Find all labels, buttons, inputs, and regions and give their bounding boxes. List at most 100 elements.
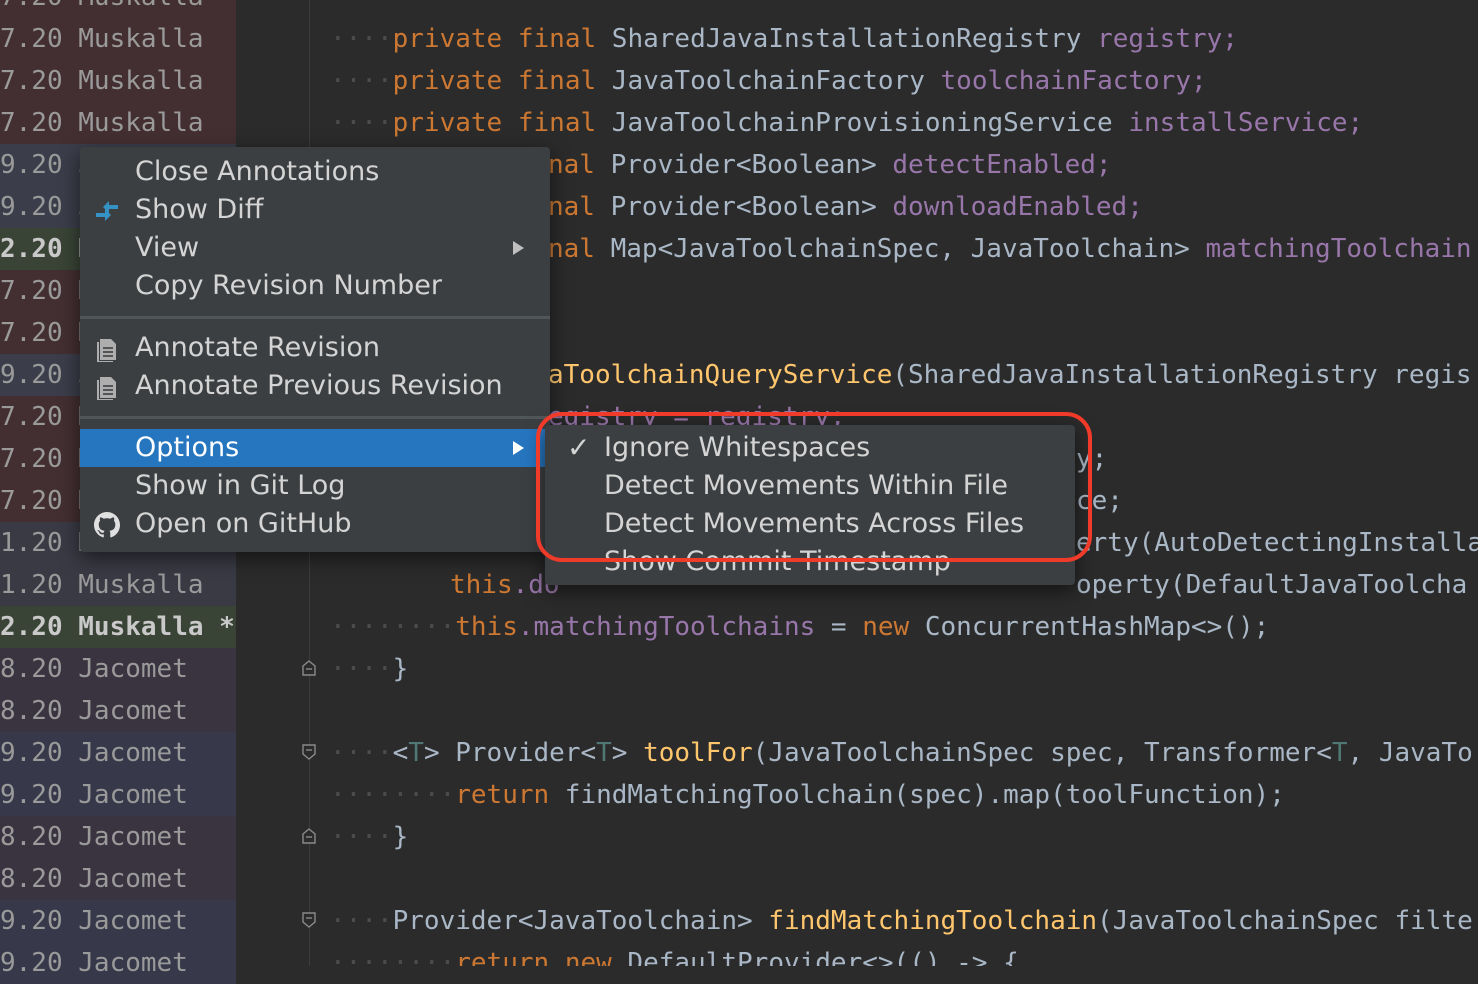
annotation-row[interactable]: 8.20 Jacomet bbox=[0, 816, 236, 858]
annotation-author: Jacomet bbox=[78, 948, 188, 978]
submenu-item-label: Detect Movements Within File bbox=[604, 470, 1008, 501]
menu-item-open-on-github[interactable]: Open on GitHub bbox=[80, 505, 550, 543]
annotation-author: Jacomet bbox=[78, 906, 188, 936]
code-line: ········this.matchingToolchains = new Co… bbox=[330, 612, 1270, 642]
submenu-item-ignore-whitespaces[interactable]: ✓ Ignore Whitespaces bbox=[545, 429, 1075, 467]
code-line: ····private final JavaToolchainFactory t… bbox=[330, 66, 1207, 96]
annotation-revision: 2.20 bbox=[0, 234, 63, 264]
annotation-row[interactable]: 8.20 Jacomet bbox=[0, 648, 236, 690]
code-line: nal Provider<Boolean> detectEnabled; bbox=[548, 150, 1112, 180]
annotation-row[interactable]: 1.20 Muskalla bbox=[0, 564, 236, 606]
annotation-revision: 2.20 bbox=[0, 612, 63, 642]
annotation-author: Muskalla bbox=[78, 66, 204, 96]
annotation-revision: 9.20 bbox=[0, 150, 63, 180]
code-line: nal Provider<Boolean> downloadEnabled; bbox=[548, 192, 1143, 222]
submenu-item-detect-movements-within-file[interactable]: Detect Movements Within File bbox=[545, 467, 1075, 505]
menu-item-copy-revision-number[interactable]: Copy Revision Number bbox=[80, 267, 550, 305]
menu-separator bbox=[80, 416, 550, 419]
annotation-row[interactable]: 9.20 Jacomet bbox=[0, 942, 236, 984]
annotation-author: Jacomet bbox=[78, 780, 188, 810]
code-line: operty(DefaultJavaToolcha bbox=[1076, 570, 1468, 600]
code-line: ····<T> Provider<T> toolFor(JavaToolchai… bbox=[330, 738, 1473, 768]
annotation-revision: 9.20 bbox=[0, 360, 63, 390]
menu-item-label: Show Diff bbox=[135, 194, 264, 225]
menu-item-show-diff[interactable]: Show Diff bbox=[80, 191, 550, 229]
annotation-row[interactable]: 9.20 Jacomet bbox=[0, 900, 236, 942]
code-line: ····} bbox=[330, 654, 409, 684]
annotation-row[interactable]: 2.20 Muskalla * bbox=[0, 606, 236, 648]
menu-item-view[interactable]: View bbox=[80, 229, 550, 267]
annotation-revision: 7.20 bbox=[0, 444, 63, 474]
submenu-item-show-commit-timestamp[interactable]: Show Commit Timestamp bbox=[545, 543, 1075, 581]
annotation-revision: 7.20 bbox=[0, 486, 63, 516]
annotation-revision: 9.20 bbox=[0, 948, 63, 978]
menu-item-label: Annotate Previous Revision bbox=[135, 370, 503, 401]
code-line: ····private final JavaToolchainProvision… bbox=[330, 108, 1364, 138]
annotation-row[interactable]: 7.20 Muskalla bbox=[0, 60, 236, 102]
annotation-row[interactable]: 8.20 Jacomet bbox=[0, 690, 236, 732]
menu-item-annotate-revision[interactable]: Annotate Revision bbox=[80, 329, 550, 367]
code-line: aToolchainQueryService(SharedJavaInstall… bbox=[548, 360, 1472, 390]
annotation-revision: 7.20 bbox=[0, 402, 63, 432]
annotation-revision: 1.20 bbox=[0, 528, 63, 558]
menu-item-annotate-previous-revision[interactable]: Annotate Previous Revision bbox=[80, 367, 550, 405]
annotation-revision: 8.20 bbox=[0, 696, 63, 726]
menu-item-label: Copy Revision Number bbox=[135, 270, 442, 301]
submenu-arrow-icon bbox=[513, 241, 524, 255]
annotation-author: Jacomet bbox=[78, 864, 188, 894]
annotation-revision: 9.20 bbox=[0, 738, 63, 768]
annotation-author: Muskalla bbox=[78, 108, 204, 138]
annotation-revision: 8.20 bbox=[0, 822, 63, 852]
annotation-row[interactable]: 9.20 Jacomet bbox=[0, 774, 236, 816]
annotation-author: Muskalla bbox=[78, 570, 204, 600]
annotation-row[interactable]: 7.20 Muskalla bbox=[0, 0, 236, 18]
annotation-revision: 9.20 bbox=[0, 906, 63, 936]
fold-start-icon[interactable] bbox=[302, 744, 316, 760]
annotation-author: Muskalla * bbox=[78, 612, 235, 642]
annotation-row[interactable]: 8.20 Jacomet bbox=[0, 858, 236, 900]
submenu-item-label: Detect Movements Across Files bbox=[604, 508, 1025, 539]
annotation-revision: 9.20 bbox=[0, 192, 63, 222]
code-line: this.do bbox=[450, 570, 560, 600]
annotation-author: Jacomet bbox=[78, 654, 188, 684]
submenu-item-label: Ignore Whitespaces bbox=[604, 432, 871, 463]
annotation-revision: 9.20 bbox=[0, 780, 63, 810]
annotation-row[interactable]: 7.20 Muskalla bbox=[0, 102, 236, 144]
code-line: ce; bbox=[1076, 486, 1123, 516]
code-line: y; bbox=[1076, 444, 1108, 474]
document-icon bbox=[97, 339, 116, 362]
menu-item-label: Close Annotations bbox=[135, 156, 380, 187]
annotation-revision: 1.20 bbox=[0, 570, 63, 600]
annotation-row[interactable]: 7.20 Muskalla bbox=[0, 18, 236, 60]
annotation-author: Jacomet bbox=[78, 696, 188, 726]
fold-start-icon[interactable] bbox=[302, 912, 316, 928]
menu-item-label: Options bbox=[135, 432, 240, 463]
annotation-context-menu: Close Annotations Show Diff View Copy Re… bbox=[80, 147, 550, 552]
annotation-revision: 7.20 bbox=[0, 108, 63, 138]
code-line: ····private final SharedJavaInstallation… bbox=[330, 24, 1238, 54]
annotation-revision: 7.20 bbox=[0, 0, 63, 12]
annotation-revision: 7.20 bbox=[0, 66, 63, 96]
annotation-author: Muskalla bbox=[78, 24, 204, 54]
annotation-author: Jacomet bbox=[78, 738, 188, 768]
menu-item-show-in-git-log[interactable]: Show in Git Log bbox=[80, 467, 550, 505]
annotation-revision: 7.20 bbox=[0, 24, 63, 54]
annotation-revision: 7.20 bbox=[0, 318, 63, 348]
menu-item-close-annotations[interactable]: Close Annotations bbox=[80, 153, 550, 191]
code-line: ········return findMatchingToolchain(spe… bbox=[330, 780, 1285, 810]
menu-item-label: Show in Git Log bbox=[135, 470, 346, 501]
annotation-revision: 8.20 bbox=[0, 654, 63, 684]
code-line: ····Provider<JavaToolchain> findMatching… bbox=[330, 906, 1473, 936]
submenu-item-detect-movements-across-files[interactable]: Detect Movements Across Files bbox=[545, 505, 1075, 543]
code-line: ········return new DefaultProvider<>(() … bbox=[330, 948, 1019, 966]
fold-end-icon[interactable] bbox=[302, 828, 316, 844]
menu-item-label: Open on GitHub bbox=[135, 508, 352, 539]
code-line: erty(AutoDetectingInstalla bbox=[1076, 528, 1478, 558]
diff-icon bbox=[96, 201, 118, 221]
annotation-author: Muskalla bbox=[78, 0, 203, 12]
annotation-row[interactable]: 9.20 Jacomet bbox=[0, 732, 236, 774]
document-icon bbox=[97, 377, 116, 400]
fold-end-icon[interactable] bbox=[302, 660, 316, 676]
github-icon bbox=[94, 512, 120, 538]
menu-item-options[interactable]: Options bbox=[80, 429, 550, 467]
